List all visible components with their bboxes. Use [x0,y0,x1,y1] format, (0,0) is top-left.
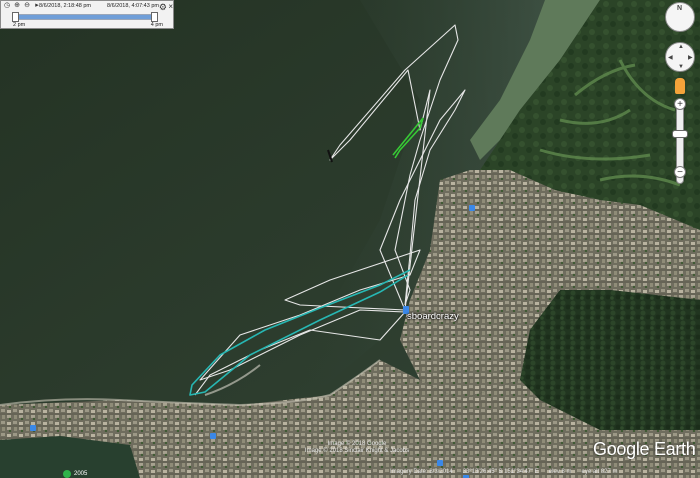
imagery-date: Imagery Date: 8/3/2014 [390,469,453,475]
time-slider-start-handle[interactable] [12,12,19,22]
google-earth-logo: Google Earth [593,439,696,459]
street-view-pegman-icon[interactable] [675,78,685,94]
pan-down-icon[interactable]: ▼ [678,64,684,70]
time-label-right: 4 pm [150,22,163,28]
wrench-icon[interactable]: ⚙ [159,2,167,13]
zoom-in-button[interactable]: + [674,98,686,110]
clock-icon[interactable]: ◷ [3,2,11,10]
historical-imagery-icon [63,470,71,478]
time-slider-fill [14,15,156,19]
copyright-text: Image © 2018 Google Image © 2018 Sinclai… [287,441,427,455]
copyright-line-1: Image © 2018 Google [327,441,387,447]
time-slider-end-handle[interactable] [151,12,158,22]
coordinates: 33°13'26.45" S 151°34'47" E [462,469,539,475]
time-slider-track[interactable] [12,12,158,22]
time-range-start: 8/6/2018, 2:18:48 pm [39,3,91,9]
satellite-map[interactable] [0,0,700,478]
time-range: 8/6/2018, 2:18:48 pm 8/6/2018, 4:07:43 p… [39,3,159,9]
pan-right-icon[interactable]: ▶ [688,54,693,61]
status-bar: Imagery Date: 8/3/2014 33°13'26.45" S 15… [390,469,696,478]
time-slider-panel[interactable]: ◷ ⊕ ⊖ ▸ 8/6/2018, 2:18:48 pm 8/6/2018, 4… [0,0,174,29]
time-tick-labels: 2 pm 4 pm [13,22,163,28]
close-icon[interactable]: × [168,2,173,11]
pan-control[interactable]: ▲ ▼ ◀ ▶ [665,42,695,72]
pan-up-icon[interactable]: ▲ [678,44,684,50]
zoom-out-button[interactable]: − [674,166,686,178]
copyright-line-2: Image © 2018 Sinclair Knight & Jacobs [304,448,410,454]
historical-imagery-badge[interactable]: 2005 [63,470,87,478]
elevation: elev 8 m [548,469,572,475]
zoom-out-icon[interactable]: ⊖ [23,2,31,10]
historical-imagery-year: 2005 [74,471,88,477]
navigation-controls[interactable]: N ▲ ▼ ◀ ▶ + − [664,0,696,200]
eye-altitude: eye alt 827 m [581,469,618,475]
pan-left-icon[interactable]: ◀ [668,54,673,61]
compass-button[interactable]: N [665,2,695,32]
placemark-label[interactable]: sboardcrazy [407,311,459,322]
time-range-end: 8/6/2018, 4:07:43 pm [106,3,159,9]
zoom-in-icon[interactable]: ⊕ [13,2,21,10]
time-label-left: 2 pm [13,22,26,28]
north-indicator-icon: N [677,5,683,12]
zoom-slider-handle[interactable] [672,130,688,138]
